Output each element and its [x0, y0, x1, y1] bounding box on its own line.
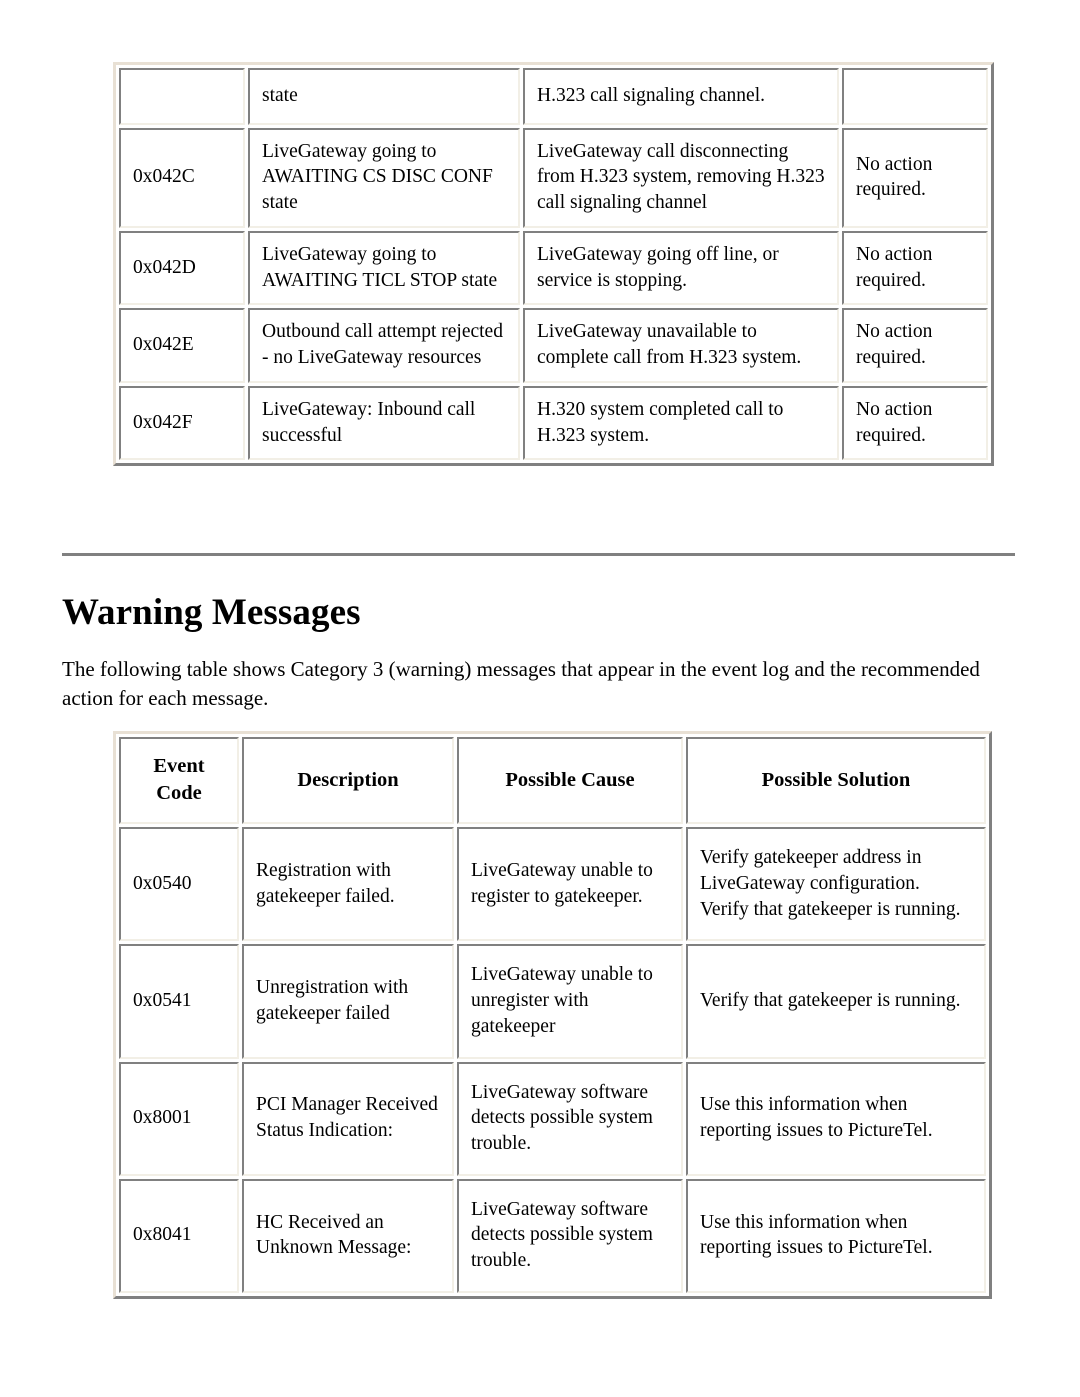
cell-event-code: 0x042F — [119, 385, 245, 461]
cell-description: LiveGateway: Inbound call successful — [248, 385, 520, 461]
cell-possible-solution: No action required. — [842, 385, 988, 461]
warning-messages-table-body: 0x0540 Registration with gatekeeper fail… — [119, 827, 986, 1293]
cell-description: HC Received an Unknown Message: — [242, 1178, 454, 1293]
table-row: 0x8041 HC Received an Unknown Message: L… — [119, 1178, 986, 1293]
table-row: 0x0541 Unregistration with gatekeeper fa… — [119, 944, 986, 1059]
table-row: state H.323 call signaling channel. — [119, 68, 988, 125]
cell-possible-solution: No action required. — [842, 308, 988, 383]
cell-event-code: 0x8041 — [119, 1178, 239, 1293]
cell-possible-cause: LiveGateway software detects possible sy… — [457, 1061, 683, 1176]
cell-possible-solution: Verify gatekeeper address in LiveGateway… — [686, 827, 986, 942]
table-row: 0x042E Outbound call attempt rejected - … — [119, 308, 988, 383]
cell-possible-solution: No action required. — [842, 230, 988, 306]
warning-messages-table: Event Code Description Possible Cause Po… — [113, 731, 992, 1299]
cell-possible-solution — [842, 68, 988, 125]
error-codes-table-body: state H.323 call signaling channel. 0x04… — [119, 68, 988, 461]
column-header-possible-solution: Possible Solution — [686, 737, 986, 825]
cell-description: Registration with gatekeeper failed. — [242, 827, 454, 942]
cell-possible-cause: LiveGateway unavailable to complete call… — [523, 308, 839, 383]
cell-description: LiveGateway going to AWAITING CS DISC CO… — [248, 127, 520, 228]
cell-event-code: 0x042C — [119, 127, 245, 228]
cell-possible-cause: LiveGateway going off line, or service i… — [523, 230, 839, 306]
table-row: 0x042F LiveGateway: Inbound call success… — [119, 385, 988, 461]
table-header-row: Event Code Description Possible Cause Po… — [119, 737, 986, 825]
cell-description: Outbound call attempt rejected - no Live… — [248, 308, 520, 383]
table-row: 0x042C LiveGateway going to AWAITING CS … — [119, 127, 988, 228]
table-row: 0x042D LiveGateway going to AWAITING TIC… — [119, 230, 988, 306]
cell-possible-solution: Use this information when reporting issu… — [686, 1061, 986, 1176]
cell-possible-solution: Verify that gatekeeper is running. — [686, 944, 986, 1059]
cell-event-code: 0x042E — [119, 308, 245, 383]
page-title: Warning Messages — [62, 592, 361, 633]
cell-event-code: 0x0540 — [119, 827, 239, 942]
error-codes-table: state H.323 call signaling channel. 0x04… — [113, 62, 994, 467]
cell-possible-cause: H.323 call signaling channel. — [523, 68, 839, 125]
column-header-description: Description — [242, 737, 454, 825]
cell-description: state — [248, 68, 520, 125]
cell-possible-cause: LiveGateway unable to register to gateke… — [457, 827, 683, 942]
column-header-event-code: Event Code — [119, 737, 239, 825]
cell-event-code — [119, 68, 245, 125]
column-header-possible-cause: Possible Cause — [457, 737, 683, 825]
cell-possible-cause: LiveGateway unable to unregister with ga… — [457, 944, 683, 1059]
cell-description: PCI Manager Received Status Indication: — [242, 1061, 454, 1176]
warning-messages-table-head: Event Code Description Possible Cause Po… — [119, 737, 986, 825]
table-row: 0x8001 PCI Manager Received Status Indic… — [119, 1061, 986, 1176]
cell-event-code: 0x0541 — [119, 944, 239, 1059]
horizontal-rule — [62, 553, 1015, 556]
table-row: 0x0540 Registration with gatekeeper fail… — [119, 827, 986, 942]
cell-description: Unregistration with gatekeeper failed — [242, 944, 454, 1059]
cell-possible-cause: H.320 system completed call to H.323 sys… — [523, 385, 839, 461]
cell-possible-solution: No action required. — [842, 127, 988, 228]
cell-event-code: 0x8001 — [119, 1061, 239, 1176]
cell-possible-cause: LiveGateway software detects possible sy… — [457, 1178, 683, 1293]
cell-event-code: 0x042D — [119, 230, 245, 306]
cell-description: LiveGateway going to AWAITING TICL STOP … — [248, 230, 520, 306]
cell-possible-cause: LiveGateway call disconnecting from H.32… — [523, 127, 839, 228]
document-page: state H.323 call signaling channel. 0x04… — [0, 0, 1080, 1397]
cell-possible-solution: Use this information when reporting issu… — [686, 1178, 986, 1293]
section-paragraph: The following table shows Category 3 (wa… — [62, 657, 980, 710]
